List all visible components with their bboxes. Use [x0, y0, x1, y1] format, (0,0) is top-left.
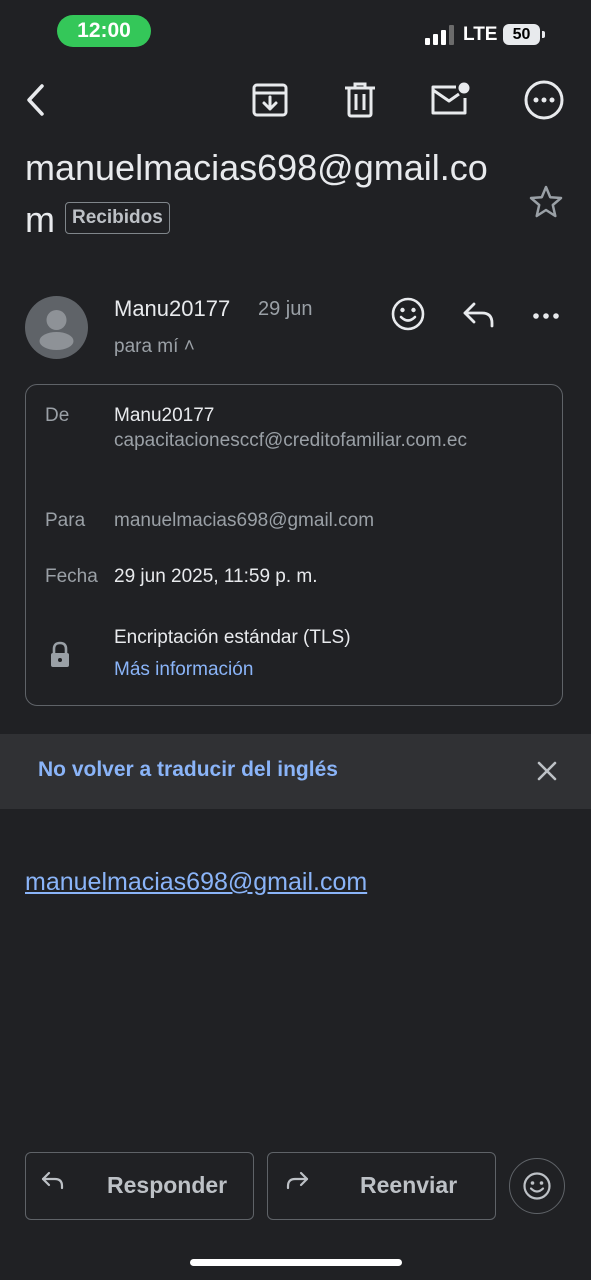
body-email-link[interactable]: manuelmacias698@gmail.com [25, 868, 367, 897]
encryption-text: Encriptación estándar (TLS) [114, 627, 351, 648]
sender-date: 29 jun [258, 298, 313, 320]
trash-icon[interactable] [336, 76, 384, 124]
translate-bar: No volver a traducir del inglés [0, 734, 591, 809]
battery-icon: 50 [503, 24, 545, 45]
email-view: 12:00 LTE 50 manuelmacias698@gmail.com R… [0, 0, 591, 1280]
from-label: De [45, 405, 70, 426]
details-card: De Manu20177 capacitacionesccf@creditofa… [25, 384, 563, 706]
forward-icon [286, 1171, 309, 1190]
forward-button-label: Reenviar [360, 1172, 458, 1198]
recipient-toggle[interactable]: para mí ˄ [114, 336, 195, 358]
home-indicator[interactable] [190, 1259, 402, 1266]
status-bar: 12:00 LTE 50 [0, 0, 591, 62]
emoji-reaction-button[interactable] [509, 1158, 565, 1214]
reply-button-label: Responder [107, 1172, 228, 1198]
reply-icon[interactable] [458, 294, 498, 334]
archive-icon[interactable] [246, 76, 294, 124]
lock-icon [48, 641, 72, 669]
reply-button[interactable]: Responder [25, 1152, 254, 1220]
inbox-label-chip[interactable]: Recibidos [65, 202, 170, 235]
status-time: 12:00 [57, 15, 151, 47]
star-icon[interactable] [526, 182, 566, 222]
signal-icon [425, 25, 457, 45]
more-horizontal-icon[interactable] [526, 294, 566, 334]
toolbar [0, 70, 591, 130]
avatar[interactable] [25, 296, 88, 359]
to-value[interactable]: manuelmacias698@gmail.com [114, 508, 374, 533]
reply-icon [41, 1171, 64, 1190]
back-icon[interactable] [12, 76, 60, 124]
email-subject: manuelmacias698@gmail.com Recibidos [25, 142, 505, 246]
to-label: Para [45, 510, 86, 531]
from-name: Manu20177 [114, 405, 215, 426]
emoji-icon [523, 1172, 551, 1200]
date-label: Fecha [45, 566, 98, 587]
forward-button[interactable]: Reenviar [267, 1152, 496, 1220]
dont-translate-button[interactable]: No volver a traducir del inglés [38, 758, 338, 782]
emoji-react-icon[interactable] [388, 294, 428, 334]
from-email[interactable]: capacitacionesccf@creditofamiliar.com.ec [114, 428, 534, 453]
sender-name[interactable]: Manu20177 [114, 296, 230, 322]
network-type: LTE [463, 24, 498, 45]
date-value: 29 jun 2025, 11:59 p. m. [114, 566, 318, 587]
more-info-link[interactable]: Más información [114, 659, 253, 681]
close-icon[interactable] [530, 754, 564, 788]
mail-unread-icon[interactable] [426, 76, 474, 124]
more-circle-icon[interactable] [520, 76, 568, 124]
